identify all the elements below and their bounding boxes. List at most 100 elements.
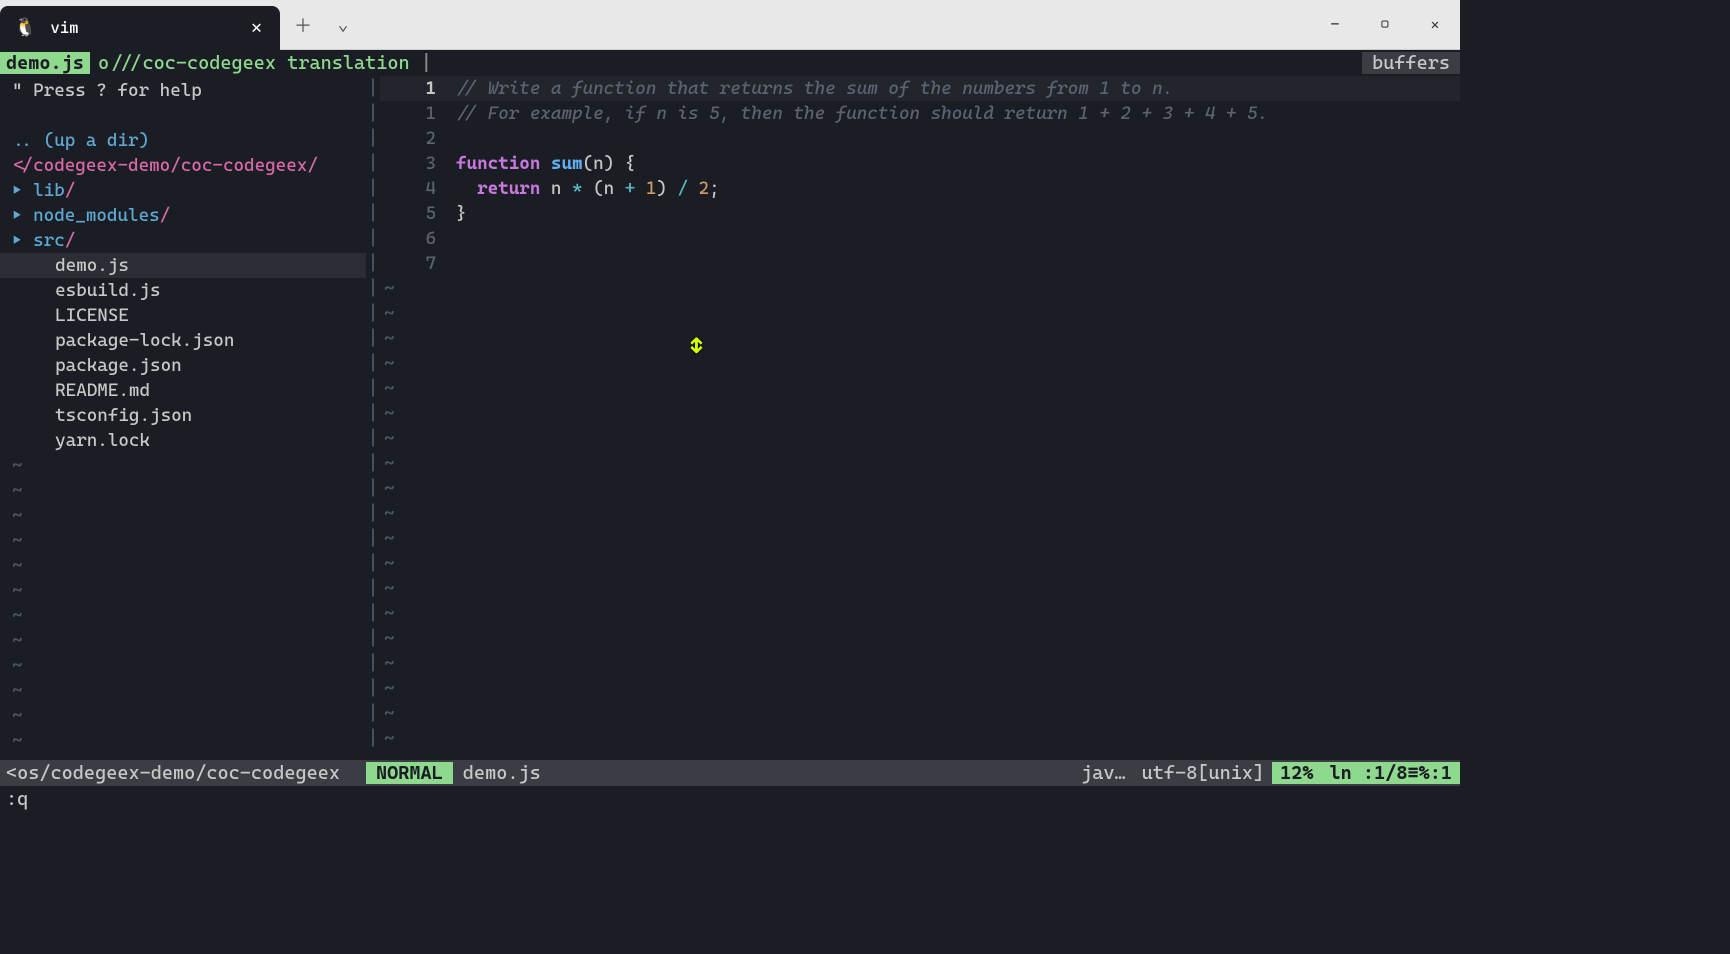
comment: // Write a function that returns the sum… [456,78,1173,99]
tree-file-yarn-lock[interactable]: yarn.lock [0,428,366,453]
keyword-function: function [456,153,540,174]
tilde: ~ [0,478,366,503]
line-number: 1 [380,101,448,126]
tree-help: " Press ? for help [0,78,366,103]
code-line-7: 6 [380,226,1460,251]
code-line-6: 5 } [380,201,1460,226]
tilde: ~ [0,703,366,728]
tilde: ~ [380,551,1460,576]
function-name: sum [551,153,583,174]
tilde: ~ [380,651,1460,676]
new-tab-button[interactable]: ＋ [286,8,320,42]
vertical-split[interactable]: ||||||||||||||||||||||||||| [366,76,380,760]
code-line-4: 3 function sum(n) { [380,151,1460,176]
tree-file-README-md[interactable]: README.md [0,378,366,403]
operator: / [677,178,688,199]
brace: } [456,203,467,224]
tilde: ~ [380,376,1460,401]
tabline-sep: | [421,52,432,74]
line-number: 7 [380,251,448,276]
tree-file-LICENSE[interactable]: LICENSE [0,303,366,328]
line-number-current: 1 [380,76,448,101]
minimize-button[interactable]: — [1310,5,1360,45]
tilde: ~ [380,401,1460,426]
linux-icon: 🐧 [14,17,36,38]
tree-folder-src[interactable]: ▸ src/ [0,228,366,253]
tree-up-dir[interactable]: .. (up a dir) [0,128,366,153]
number: 1 [635,178,656,199]
operator: * [572,178,583,199]
command-line[interactable]: :q [0,786,1460,812]
nerdtree[interactable]: " Press ? for help .. (up a dir) </codeg… [0,76,366,760]
code-line-2: 1 // For example, if n is 5, then the fu… [380,101,1460,126]
tilde: ~ [380,676,1460,701]
tilde: ~ [380,526,1460,551]
tree-file-tsconfig-json[interactable]: tsconfig.json [0,403,366,428]
status-encoding: utf-8[unix] [1134,762,1272,784]
params: (n) { [583,153,636,174]
tilde: ~ [380,626,1460,651]
status-tree-path: <os/codegeex-demo/coc-codegeex [0,762,366,784]
tree-root[interactable]: </codegeex-demo/coc-codegeex/ [0,153,366,178]
line-number: 6 [380,226,448,251]
line-number: 3 [380,151,448,176]
close-window-button[interactable]: ✕ [1410,5,1460,45]
tree-file-demo-js[interactable]: demo.js [0,253,366,278]
titlebar: 🐧 vim ✕ ＋ ⌄ — ▢ ✕ [0,0,1460,50]
tree-file-package-lock-json[interactable]: package-lock.json [0,328,366,353]
tilde: ~ [0,553,366,578]
tilde: ~ [380,601,1460,626]
main-area: " Press ? for help .. (up a dir) </codeg… [0,76,1460,760]
terminal-tab[interactable]: 🐧 vim ✕ [0,6,280,50]
tilde: ~ [0,453,366,478]
tilde: ~ [0,603,366,628]
status-filename: demo.js [453,762,551,784]
tilde: ~ [380,576,1460,601]
tab-menu-button[interactable]: ⌄ [326,8,360,42]
tilde: ~ [380,501,1460,526]
code-line-5: 4 return n * (n + 1) / 2; [380,176,1460,201]
code-text: n [540,178,572,199]
tilde: ~ [380,276,1460,301]
tree-file-package-json[interactable]: package.json [0,353,366,378]
tabline-filename: demo.js [0,52,90,74]
code-text: ) [656,178,677,199]
tree-folder-node_modules[interactable]: ▸ node_modules/ [0,203,366,228]
tilde: ~ [380,426,1460,451]
tree-folder-lib[interactable]: ▸ lib/ [0,178,366,203]
code-line-3: 2 [380,126,1460,151]
status-percent: 12% [1272,762,1321,784]
blank [0,103,366,128]
tree-file-esbuild-js[interactable]: esbuild.js [0,278,366,303]
tilde: ~ [0,628,366,653]
tilde: ~ [380,476,1460,501]
buffers-label[interactable]: buffers [1362,52,1460,74]
code-line-1: 1 // Write a function that returns the s… [380,76,1460,101]
vim-tabline: demo.js o///coc-codegeex translation | b… [0,50,1460,76]
tilde: ~ [380,701,1460,726]
tilde: ~ [0,503,366,528]
maximize-button[interactable]: ▢ [1360,5,1410,45]
keyword-return: return [477,178,540,199]
editor-pane[interactable]: 1 // Write a function that returns the s… [380,76,1460,760]
tabline-path: o///coc-codegeex translation | [90,52,432,74]
tilde: ~ [0,728,366,753]
status-filetype: jav… [1073,762,1134,784]
close-tab-icon[interactable]: ✕ [251,17,262,38]
comment: // For example, if n is 5, then the func… [456,103,1268,124]
tab-title: vim [50,18,237,37]
statusline: <os/codegeex-demo/coc-codegeex NORMAL de… [0,760,1460,786]
operator: + [625,178,636,199]
line-number: 4 [380,176,448,201]
tilde: ~ [0,578,366,603]
tilde: ~ [380,451,1460,476]
status-position: ln :1/8≡%:1 [1322,762,1460,784]
code-text: ; [709,178,720,199]
code-line-8: 7 [380,251,1460,276]
tilde: ~ [380,326,1460,351]
line-number: 5 [380,201,448,226]
tilde: ~ [380,301,1460,326]
tilde: ~ [380,726,1460,751]
number: 2 [688,178,709,199]
resize-cursor-icon: ↕ [690,334,703,359]
